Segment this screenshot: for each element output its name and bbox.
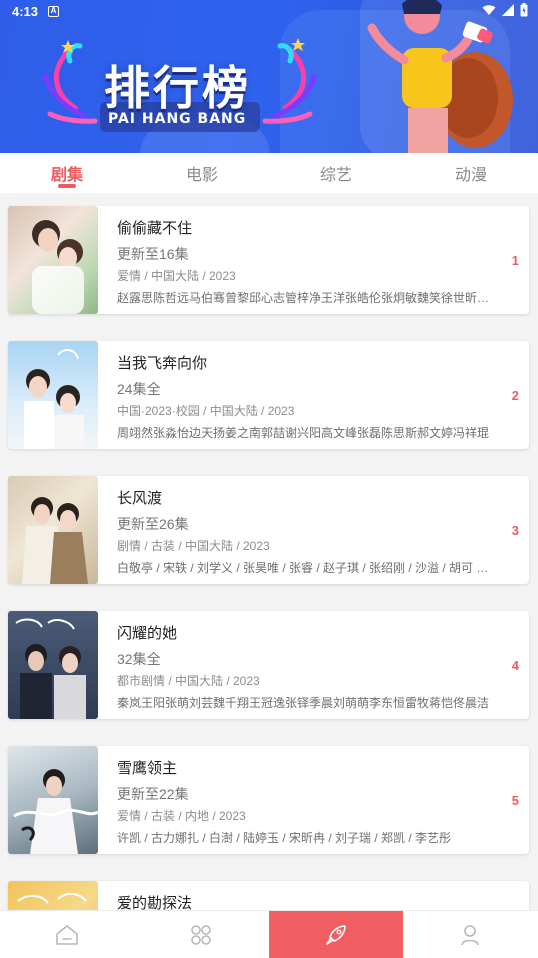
show-meta: 都市剧情 / 中国大陆 / 2023	[117, 674, 260, 688]
show-meta: 中国·2023·校园 / 中国大陆 / 2023	[117, 404, 295, 418]
show-title: 当我飞奔向你	[117, 355, 208, 372]
list-item[interactable]: 当我飞奔向你 24集全 中国·2023·校园 / 中国大陆 / 2023 周翊然…	[8, 341, 529, 449]
poster-image	[8, 881, 98, 910]
list-item[interactable]: 闪耀的她 32集全 都市剧情 / 中国大陆 / 2023 秦岚王阳张萌刘芸魏千翔…	[8, 611, 529, 719]
show-cast: 许凯 / 古力娜扎 / 白澍 / 陆婷玉 / 宋昕冉 / 刘子瑞 / 郑凯 / …	[117, 831, 452, 845]
show-cast: 白敬亭 / 宋轶 / 刘学义 / 张昊唯 / 张睿 / 赵子琪 / 张绍刚 / …	[117, 561, 489, 575]
rank-number: 1	[511, 253, 519, 268]
list-item[interactable]: 雪鹰领主 更新至22集 爱情 / 古装 / 内地 / 2023 许凯 / 古力娜…	[8, 746, 529, 854]
show-cast: 周翊然张淼怡边天扬姜之南郭喆谢兴阳高文峰张磊陈思斯郝文婷冯祥琨	[117, 426, 489, 440]
tab-series[interactable]: 剧集	[27, 161, 107, 185]
episode-status: 24集全	[117, 381, 161, 397]
show-meta: 剧情 / 古装 / 中国大陆 / 2023	[117, 539, 270, 553]
home-icon	[56, 925, 78, 945]
show-title: 爱的勘探法	[117, 895, 193, 910]
poster-image	[8, 341, 98, 449]
rank-number: 3	[511, 523, 519, 538]
ranking-banner: 排行榜 PAI HANG BANG 4:13 A	[0, 0, 538, 153]
list-item[interactable]: 长风渡 更新至26集 剧情 / 古装 / 中国大陆 / 2023 白敬亭 / 宋…	[8, 476, 529, 584]
show-cast: 赵露思陈哲远马伯骞曾黎邱心志管梓净王洋张皓伦张炯敏魏笑徐世昕…	[117, 291, 489, 305]
wifi-icon	[482, 5, 496, 15]
battery-icon	[520, 3, 528, 17]
list-item[interactable]: 爱的勘探法 6	[8, 881, 529, 910]
poster-image	[8, 476, 98, 584]
poster-image	[8, 746, 98, 854]
show-title: 闪耀的她	[117, 625, 178, 642]
tab-movies[interactable]: 电影	[162, 161, 242, 185]
rank-number: 4	[511, 658, 519, 673]
rank-number: 5	[511, 793, 519, 808]
nav-categories[interactable]	[134, 911, 268, 958]
nav-profile[interactable]	[403, 911, 537, 958]
show-title: 长风渡	[117, 490, 163, 507]
poster-image	[8, 611, 98, 719]
episode-status: 更新至26集	[117, 516, 189, 532]
notification-icon: A	[48, 6, 59, 17]
episode-status: 32集全	[117, 651, 161, 667]
ranking-screen: 排行榜 PAI HANG BANG 4:13 A 剧集 电影 综艺 动漫 偷偷藏…	[0, 0, 538, 958]
poster-image	[8, 206, 98, 314]
tab-variety[interactable]: 综艺	[296, 161, 376, 185]
category-tabs: 剧集 电影 综艺 动漫	[0, 153, 538, 193]
user-icon	[461, 925, 479, 946]
rank-number: 2	[511, 388, 519, 403]
banner-title: 排行榜	[104, 61, 251, 115]
bottom-navigation	[0, 910, 538, 958]
tab-anime[interactable]: 动漫	[431, 161, 511, 185]
active-tab-indicator	[58, 184, 76, 188]
show-meta: 爱情 / 古装 / 内地 / 2023	[117, 809, 246, 823]
show-title: 雪鹰领主	[117, 760, 178, 777]
nav-ranking[interactable]	[269, 911, 403, 958]
show-title: 偷偷藏不住	[117, 220, 193, 237]
episode-status: 更新至16集	[117, 246, 189, 262]
status-bar: 4:13 A	[0, 0, 538, 24]
banner-subtitle: PAI HANG BANG	[108, 111, 247, 127]
nav-home[interactable]	[0, 911, 134, 958]
status-time: 4:13	[12, 4, 39, 19]
list-item[interactable]: 偷偷藏不住 更新至16集 爱情 / 中国大陆 / 2023 赵露思陈哲远马伯骞曾…	[8, 206, 529, 314]
show-cast: 秦岚王阳张萌刘芸魏千翔王冠逸张铎季晨刘萌萌李东恒雷牧蒋恺佟晨洁	[117, 696, 489, 710]
grid-icon	[191, 925, 211, 945]
rocket-icon	[326, 925, 346, 945]
episode-status: 更新至22集	[117, 786, 189, 802]
ranking-list[interactable]: 偷偷藏不住 更新至16集 爱情 / 中国大陆 / 2023 赵露思陈哲远马伯骞曾…	[0, 193, 538, 910]
signal-icon	[502, 4, 514, 16]
show-meta: 爱情 / 中国大陆 / 2023	[117, 269, 236, 283]
